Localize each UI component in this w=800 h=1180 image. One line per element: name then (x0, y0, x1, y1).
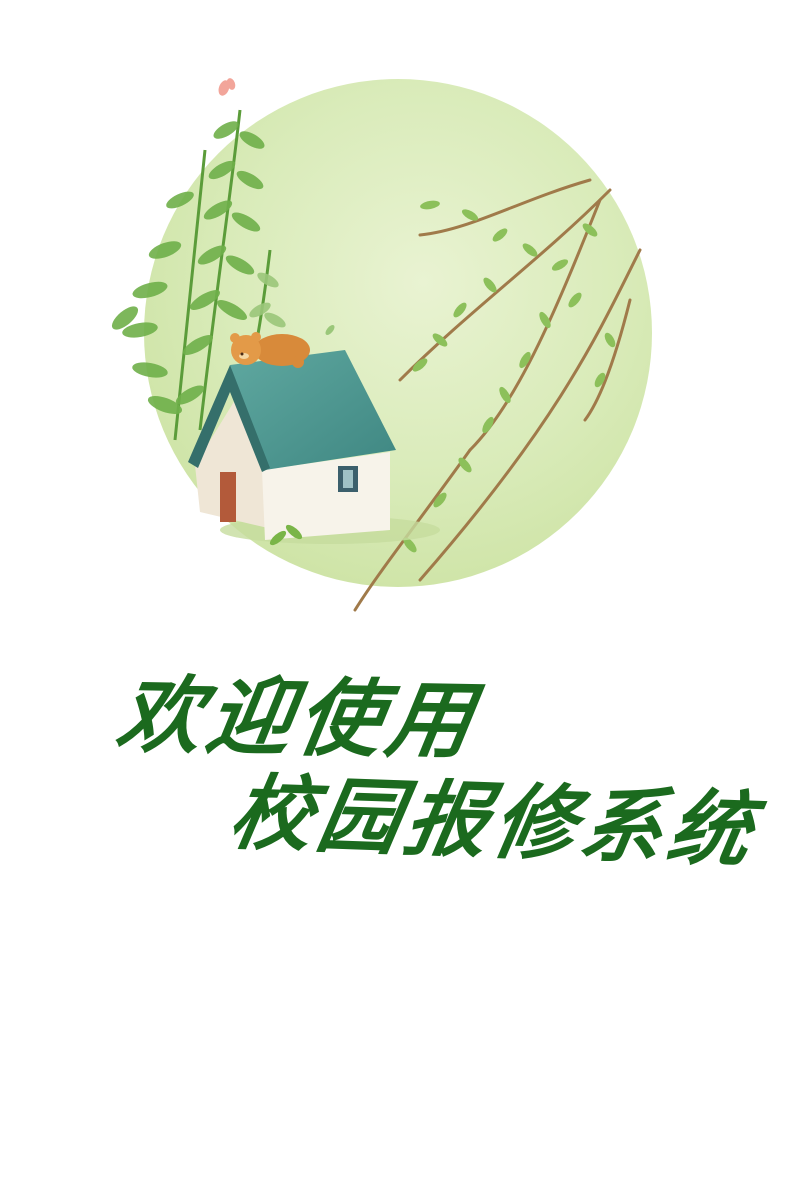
bear-icon (230, 332, 310, 368)
splash-screen: 欢迎使用 校园报修系统 (0, 0, 800, 1180)
welcome-title-line2: 校园报修系统 (223, 764, 765, 880)
welcome-title-line1: 欢迎使用 (110, 664, 486, 771)
butterfly-icon (218, 78, 236, 96)
house-in-circle-illustration (111, 78, 652, 612)
